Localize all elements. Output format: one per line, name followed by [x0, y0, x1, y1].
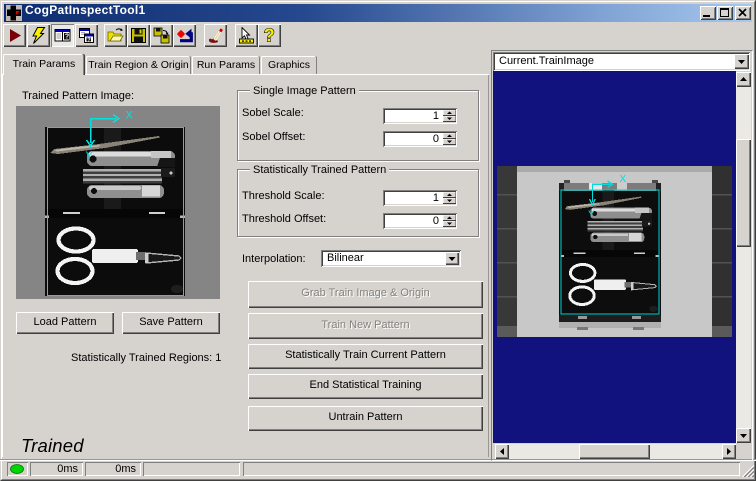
- svg-text:?: ?: [65, 34, 69, 41]
- svg-text:?: ?: [264, 27, 275, 44]
- svg-text:X: X: [126, 110, 134, 122]
- svg-text:Y: Y: [588, 210, 595, 221]
- svg-text:Y: Y: [86, 150, 94, 162]
- svg-text:X: X: [620, 174, 627, 185]
